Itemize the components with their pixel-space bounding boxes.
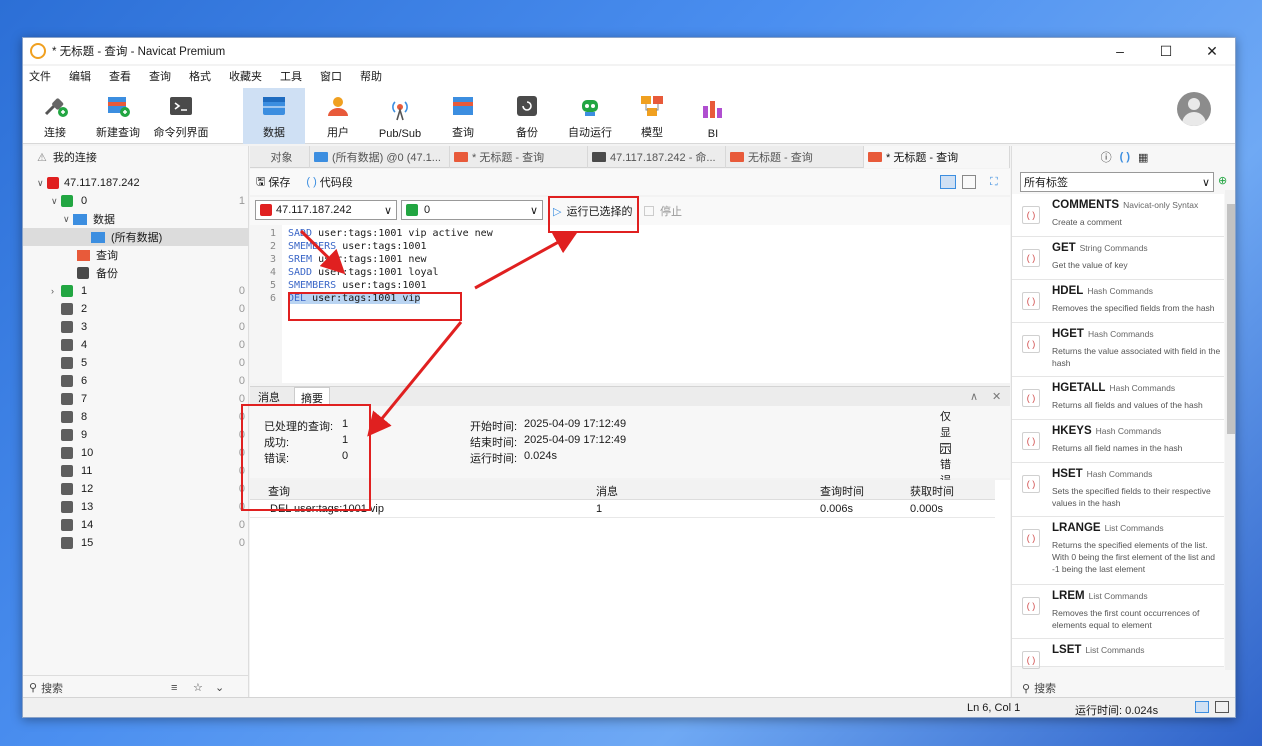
annotation-arrows [299, 229, 579, 437]
app-window: * 无标题 - 查询 - Navicat Premium – ☐ ✕ 文件 编辑… [22, 37, 1236, 718]
